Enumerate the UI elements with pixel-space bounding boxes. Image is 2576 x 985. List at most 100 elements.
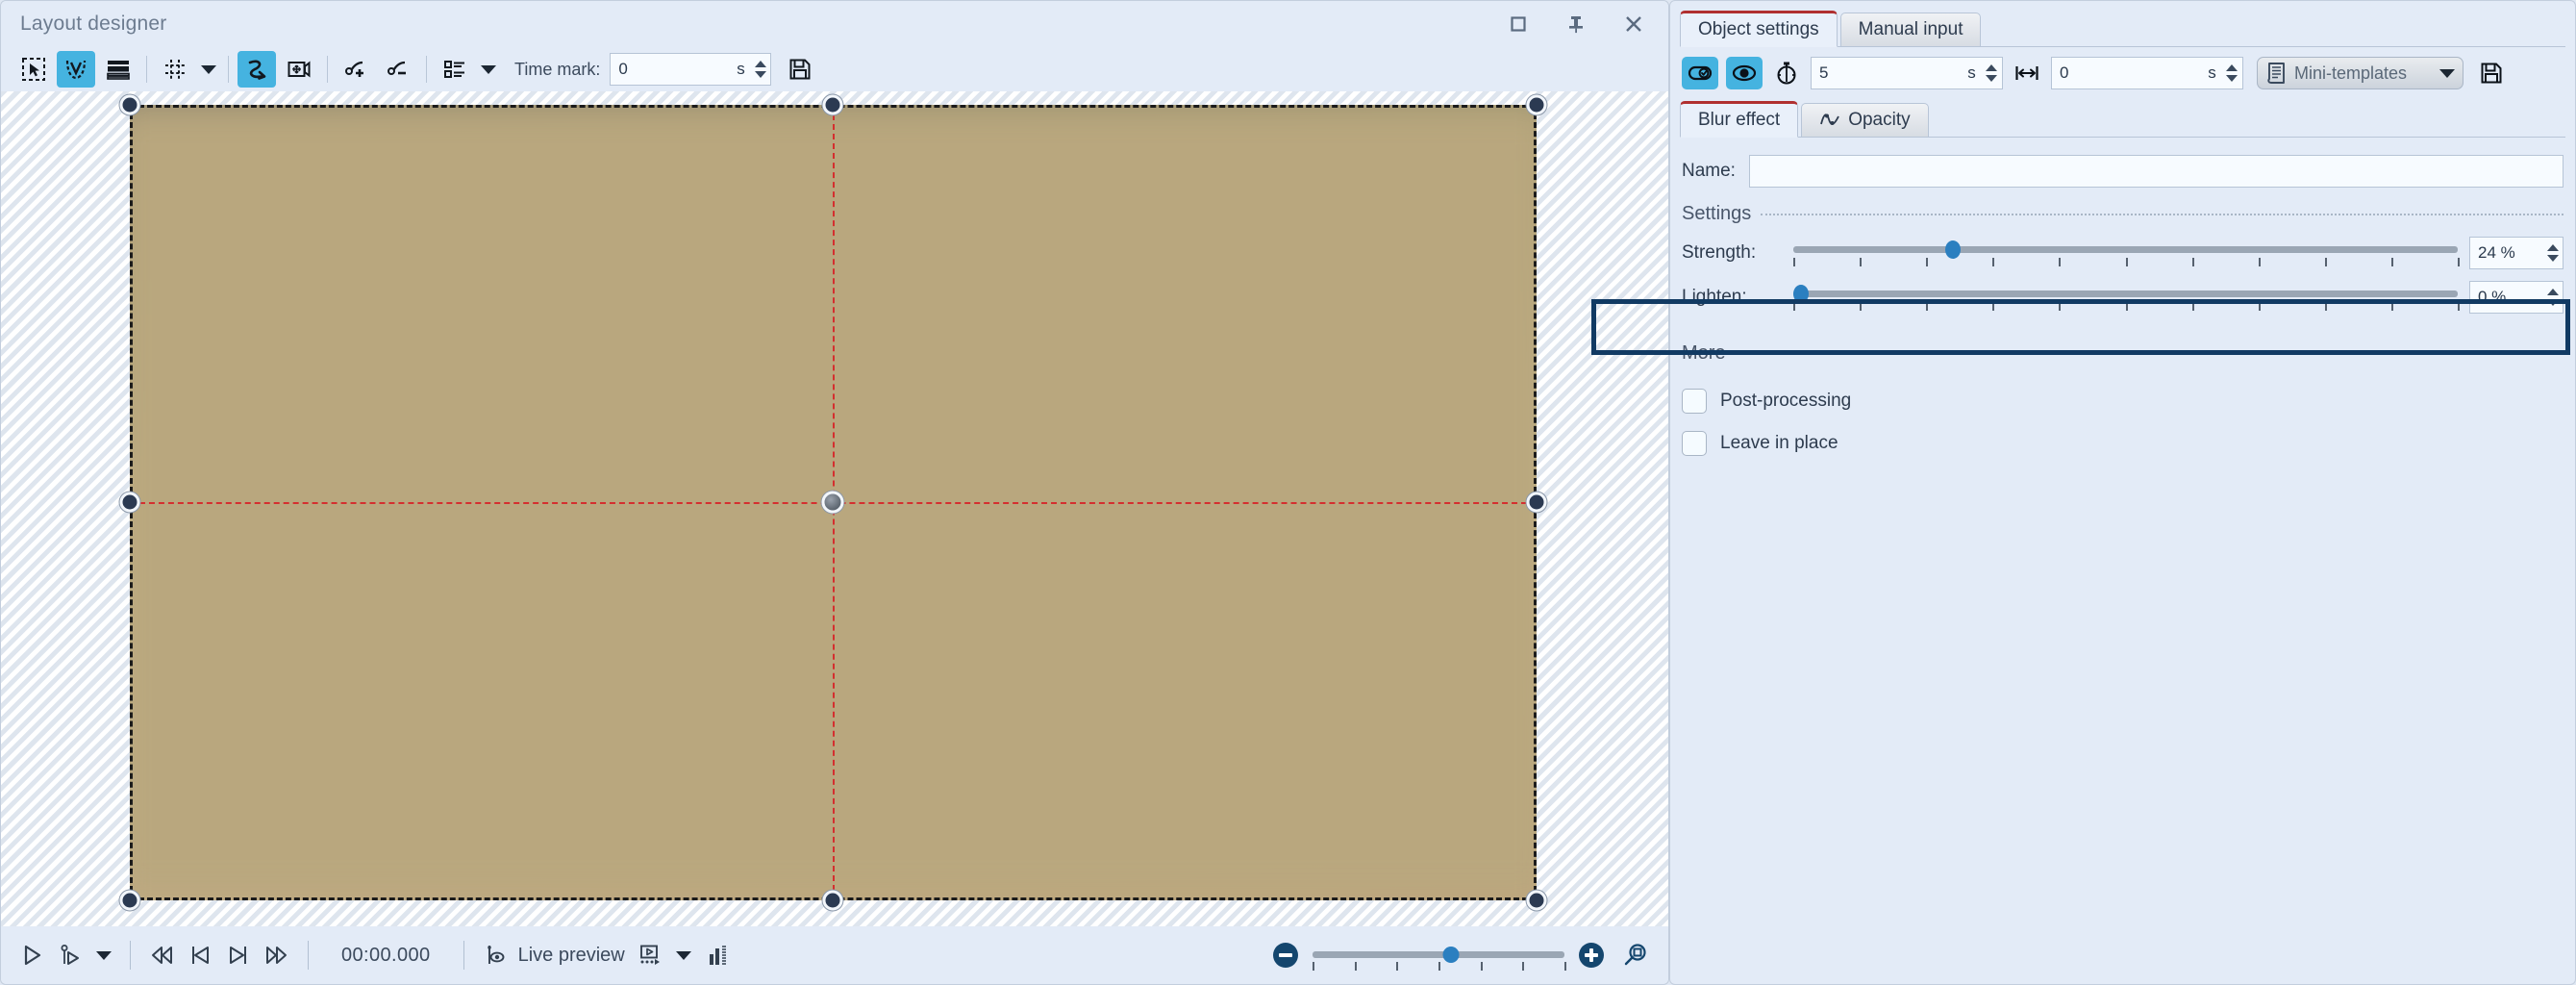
tab-opacity[interactable]: Opacity xyxy=(1801,103,1928,138)
fast-forward-button[interactable] xyxy=(259,936,295,974)
toggle-link-button[interactable] xyxy=(1682,57,1718,89)
post-processing-row[interactable]: Post-processing xyxy=(1680,380,2565,422)
render-options-dropdown[interactable] xyxy=(670,936,697,974)
marquee-select-icon xyxy=(21,57,46,82)
link-enable-icon xyxy=(1688,63,1713,84)
time-mark-unit: s xyxy=(737,60,754,79)
stepper-down-icon[interactable] xyxy=(755,71,766,78)
toolbar-save-button[interactable] xyxy=(781,51,819,88)
fit-to-window-button[interactable] xyxy=(1617,936,1654,974)
strength-slider[interactable] xyxy=(1793,239,2458,267)
stepper-down-icon[interactable] xyxy=(2226,75,2238,82)
play-button[interactable] xyxy=(13,936,50,974)
offset-input[interactable] xyxy=(2052,58,2208,88)
play-from-marker-button[interactable] xyxy=(52,936,88,974)
resize-handle-top-center[interactable] xyxy=(823,95,843,115)
resize-handle-middle-right[interactable] xyxy=(1527,492,1547,513)
panel-save-button[interactable] xyxy=(2475,57,2508,89)
group-divider xyxy=(1736,353,2563,355)
remove-keypoint-button[interactable] xyxy=(379,51,417,88)
time-mark-spinner[interactable]: s xyxy=(610,53,771,86)
resize-handle-top-left[interactable] xyxy=(120,95,140,115)
mini-templates-button[interactable]: Mini-templates xyxy=(2257,57,2463,89)
chevron-down-icon xyxy=(201,65,216,74)
time-mark-stepper[interactable] xyxy=(754,54,771,85)
resize-handle-bottom-right[interactable] xyxy=(1527,891,1547,911)
name-input[interactable] xyxy=(1749,155,2563,188)
lighten-stepper[interactable] xyxy=(2545,282,2563,313)
render-preview-icon xyxy=(638,944,662,967)
fast-forward-icon xyxy=(264,944,289,967)
lighten-slider-knob[interactable] xyxy=(1793,285,1809,303)
stepper-down-icon[interactable] xyxy=(1986,75,1997,82)
resize-handle-bottom-left[interactable] xyxy=(120,891,140,911)
tab-blur-effect[interactable]: Blur effect xyxy=(1680,101,1798,138)
strength-slider-knob[interactable] xyxy=(1945,240,1961,259)
maximize-button[interactable] xyxy=(1489,4,1547,44)
path-tool-button[interactable] xyxy=(238,51,276,88)
post-processing-checkbox[interactable] xyxy=(1682,389,1707,414)
strength-stepper[interactable] xyxy=(2545,238,2563,268)
chevron-down-icon[interactable] xyxy=(2439,69,2455,78)
duration-spinner[interactable]: s xyxy=(1811,57,2003,89)
anchor-point-handle[interactable] xyxy=(822,492,844,514)
zoom-slider-knob[interactable] xyxy=(1443,947,1460,963)
layers-tool-button[interactable] xyxy=(99,51,138,88)
template-scroll-icon xyxy=(2265,62,2287,85)
grid-dropdown-button[interactable] xyxy=(196,51,221,88)
tab-manual-input[interactable]: Manual input xyxy=(1840,13,1982,47)
duration-stepper[interactable] xyxy=(1985,58,2002,88)
render-preview-button[interactable] xyxy=(632,936,668,974)
leave-in-place-row[interactable]: Leave in place xyxy=(1680,422,2565,465)
resize-handle-middle-left[interactable] xyxy=(120,492,140,513)
next-frame-button[interactable] xyxy=(220,936,257,974)
strength-value-spinner[interactable] xyxy=(2469,237,2563,269)
close-button[interactable] xyxy=(1605,4,1663,44)
zoom-in-button[interactable] xyxy=(1579,943,1604,968)
duration-stopwatch-button[interactable] xyxy=(1770,57,1803,89)
time-mark-input[interactable] xyxy=(611,54,737,85)
offset-stepper[interactable] xyxy=(2225,58,2242,88)
zoom-slider-track[interactable] xyxy=(1313,951,1564,958)
horizontal-span-icon xyxy=(2014,63,2039,84)
duration-input[interactable] xyxy=(1812,58,1967,88)
strength-value-input[interactable] xyxy=(2470,238,2545,268)
canvas-area[interactable] xyxy=(1,91,1668,926)
list-tool-button[interactable] xyxy=(436,51,474,88)
audio-levels-button[interactable] xyxy=(699,936,736,974)
stepper-down-icon[interactable] xyxy=(2547,299,2559,306)
live-preview-toggle[interactable] xyxy=(477,936,513,974)
stepper-up-icon[interactable] xyxy=(755,61,766,67)
offset-spinner[interactable]: s xyxy=(2051,57,2243,89)
zoom-slider[interactable] xyxy=(1313,943,1564,968)
rewind-button[interactable] xyxy=(143,936,180,974)
offset-span-button[interactable] xyxy=(2011,57,2043,89)
grid-tool-button[interactable] xyxy=(156,51,194,88)
lighten-value-spinner[interactable] xyxy=(2469,281,2563,314)
toggle-visibility-button[interactable] xyxy=(1726,57,1763,89)
lighten-value-input[interactable] xyxy=(2470,282,2545,313)
leave-in-place-checkbox[interactable] xyxy=(1682,431,1707,456)
stepper-up-icon[interactable] xyxy=(2226,64,2238,71)
previous-frame-button[interactable] xyxy=(182,936,218,974)
resize-handle-bottom-center[interactable] xyxy=(823,891,843,911)
strength-slider-track[interactable] xyxy=(1793,246,2458,253)
select-tool-button[interactable] xyxy=(14,51,53,88)
tab-object-settings[interactable]: Object settings xyxy=(1680,11,1838,47)
stepper-up-icon[interactable] xyxy=(2547,244,2559,251)
stepper-down-icon[interactable] xyxy=(2547,255,2559,262)
lighten-slider-track[interactable] xyxy=(1793,290,2458,297)
list-dropdown-button[interactable] xyxy=(476,51,501,88)
pin-button[interactable] xyxy=(1547,4,1605,44)
camera-move-tool-button[interactable] xyxy=(280,51,318,88)
resize-handle-top-right[interactable] xyxy=(1527,95,1547,115)
add-keypoint-button[interactable] xyxy=(337,51,375,88)
stepper-up-icon[interactable] xyxy=(2547,289,2559,295)
more-group-label: More xyxy=(1682,342,1726,365)
keyframe-tool-button[interactable] xyxy=(57,51,95,88)
panel-tabstrip: Object settings Manual input xyxy=(1680,9,2565,47)
play-options-dropdown[interactable] xyxy=(90,936,117,974)
lighten-slider[interactable] xyxy=(1793,283,2458,312)
stepper-up-icon[interactable] xyxy=(1986,64,1997,71)
zoom-out-button[interactable] xyxy=(1273,943,1298,968)
